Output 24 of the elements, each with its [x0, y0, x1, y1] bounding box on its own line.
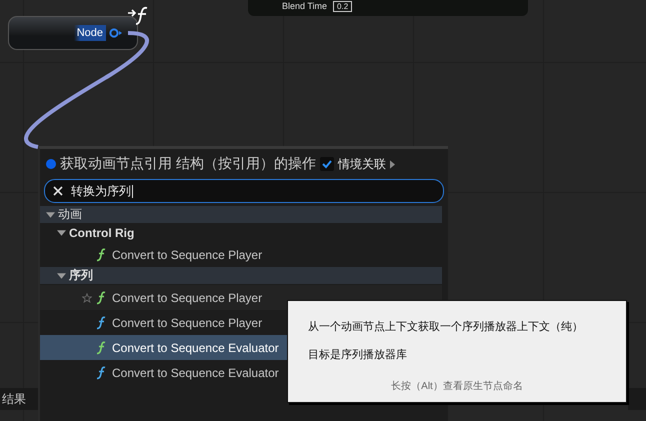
star-icon[interactable]: [82, 292, 92, 302]
collapse-arrow-icon[interactable]: [57, 230, 66, 236]
node-title: Node: [74, 25, 106, 41]
results-tab[interactable]: 结果: [0, 388, 38, 410]
struct-dot-icon: [46, 159, 56, 169]
clear-icon[interactable]: [53, 186, 63, 196]
output-pin-icon[interactable]: [109, 28, 123, 38]
tooltip-description: 从一个动画节点上下文获取一个序列播放器上下文（纯）: [308, 320, 584, 334]
context-checkbox[interactable]: [320, 157, 334, 171]
pin-label: Blend Time: [282, 1, 328, 11]
category-label[interactable]: Control Rig: [69, 226, 134, 240]
collapse-arrow-icon[interactable]: [46, 212, 55, 218]
category-label[interactable]: 序列: [69, 267, 93, 284]
graph-node[interactable]: Node: [8, 16, 138, 50]
context-label: 情境关联: [338, 156, 386, 172]
expand-arrow-icon[interactable]: [390, 160, 395, 168]
menu-title: 获取动画节点引用 结构（按引用）的操作: [60, 155, 316, 173]
value-field[interactable]: 0.2: [333, 0, 352, 12]
action-item[interactable]: Convert to Sequence Player: [40, 242, 442, 267]
category-label[interactable]: 动画: [58, 206, 82, 223]
tooltip-target: 目标是序列播放器库: [308, 348, 408, 362]
collapse-arrow-icon[interactable]: [57, 272, 66, 278]
tooltip-hint: 长按（Alt）查看原生节点命名: [390, 380, 524, 393]
search-field[interactable]: 转换为序列: [44, 179, 444, 203]
